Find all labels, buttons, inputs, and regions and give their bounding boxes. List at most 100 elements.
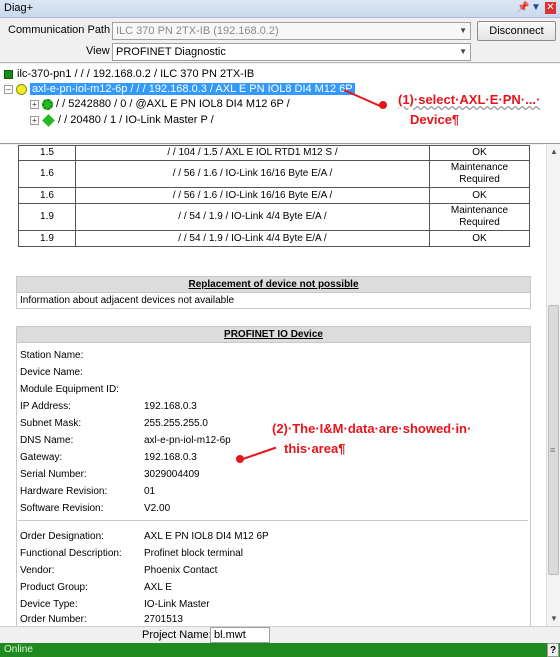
- scroll-up-icon[interactable]: ▲: [547, 145, 560, 159]
- slot-cell: 1.6: [18, 160, 76, 188]
- status-cell: OK: [429, 230, 530, 247]
- field-value: V2.00: [144, 503, 171, 514]
- field-label: Order Number:: [20, 614, 87, 625]
- module-icon: [42, 98, 53, 110]
- close-icon[interactable]: ✕: [545, 2, 556, 14]
- table-row: 1.5 / / 104 / 1.5 / AXL E IOL RTD1 M12 S…: [18, 145, 530, 161]
- tree-selected-label: axl-e-pn-iol-m12-6p / / / 192.168.0.3 / …: [30, 83, 355, 95]
- communication-path-label: Communication Path: [8, 24, 111, 36]
- scroll-down-icon[interactable]: ▼: [547, 612, 560, 626]
- view-select[interactable]: PROFINET Diagnostic ▼: [112, 43, 471, 61]
- path-cell: / / 54 / 1.9 / IO-Link 4/4 Byte E/A /: [75, 203, 430, 231]
- slot-cell: 1.9: [18, 203, 76, 231]
- chevron-down-icon: ▼: [459, 26, 467, 35]
- connection-status: Online: [4, 644, 33, 655]
- project-name-value: bl.mwt: [214, 629, 246, 641]
- path-cell: / / 104 / 1.5 / AXL E IOL RTD1 M12 S /: [75, 145, 430, 161]
- path-cell: / / 56 / 1.6 / IO-Link 16/16 Byte E/A /: [75, 160, 430, 188]
- field-label: Device Type:: [20, 599, 78, 610]
- annotation-1-dot: [379, 101, 387, 109]
- field-label: DNS Name:: [20, 435, 74, 446]
- annotation-1-line: [343, 89, 381, 108]
- diagnostic-content: 1.5 / / 104 / 1.5 / AXL E IOL RTD1 M12 S…: [0, 145, 546, 626]
- annotation-1-text-2: Device¶: [410, 112, 460, 127]
- project-name-label: Project Name:: [142, 629, 212, 641]
- controller-icon: [4, 69, 13, 79]
- field-value: AXL E: [144, 582, 172, 593]
- view-label: View: [86, 45, 110, 57]
- expand-icon[interactable]: +: [30, 99, 39, 109]
- pin-icon[interactable]: 📌: [517, 2, 529, 14]
- table-row: 1.6 / / 56 / 1.6 / IO-Link 16/16 Byte E/…: [18, 160, 530, 188]
- scroll-thumb[interactable]: [548, 305, 559, 575]
- profinet-section: PROFINET IO Device: [16, 326, 531, 626]
- device-icon: [16, 83, 27, 95]
- tree-root-label: ilc-370-pn1 / / / 192.168.0.2 / ILC 370 …: [17, 68, 255, 80]
- field-label: Vendor:: [20, 565, 55, 576]
- field-value: 192.168.0.3: [144, 452, 197, 463]
- field-value: 3029004409: [144, 469, 200, 480]
- tree-node-child-2[interactable]: + / / 20480 / 1 / IO-Link Master P /: [30, 113, 214, 127]
- status-bar: Online ?: [0, 643, 560, 657]
- annotation-2-dot: [236, 455, 244, 463]
- slot-cell: 1.6: [18, 187, 76, 204]
- slot-cell: 1.9: [18, 230, 76, 247]
- project-name-field[interactable]: bl.mwt: [210, 627, 270, 643]
- field-label: Subnet Mask:: [20, 418, 82, 429]
- tree-node-child-1[interactable]: + / / 5242880 / 0 / @AXL E PN IOL8 DI4 M…: [30, 98, 290, 110]
- annotation-1-text: (1)·select·AXL·E·PN·...·: [398, 92, 540, 107]
- field-label: Product Group:: [20, 582, 88, 593]
- tree-root-node[interactable]: ilc-370-pn1 / / / 192.168.0.2 / ILC 370 …: [4, 68, 254, 80]
- tree-child-1-label: / / 5242880 / 0 / @AXL E PN IOL8 DI4 M12…: [56, 98, 290, 110]
- field-value: 192.168.0.3: [144, 401, 197, 412]
- field-value: AXL E PN IOL8 DI4 M12 6P: [144, 531, 269, 542]
- field-label: Hardware Revision:: [20, 486, 108, 497]
- io-link-icon: [42, 113, 55, 127]
- field-label: Functional Description:: [20, 548, 122, 559]
- profinet-header: PROFINET IO Device: [17, 327, 530, 343]
- field-label: Software Revision:: [20, 503, 104, 514]
- collapse-icon[interactable]: –: [4, 84, 13, 94]
- grip-icon: ≡: [550, 445, 556, 455]
- field-label: Module Equipment ID:: [20, 384, 119, 395]
- field-label: Station Name:: [20, 350, 84, 361]
- replacement-section: Replacement of device not possible Infor…: [16, 276, 531, 309]
- table-row: 1.9 / / 54 / 1.9 / IO-Link 4/4 Byte E/A …: [18, 203, 530, 231]
- toolbar: Communication Path ILC 370 PN 2TX-IB (19…: [0, 19, 560, 63]
- communication-path-select[interactable]: ILC 370 PN 2TX-IB (192.168.0.2) ▼: [112, 22, 471, 40]
- expand-icon[interactable]: +: [30, 115, 39, 125]
- title-bar-controls: 📌 ▼ ✕: [517, 2, 556, 14]
- tree-node-selected[interactable]: – axl-e-pn-iol-m12-6p / / / 192.168.0.3 …: [4, 83, 355, 95]
- field-label: Gateway:: [20, 452, 63, 463]
- annotation-1-line1: (1)·select·AXL·E·PN·...·: [398, 92, 541, 107]
- table-row: 1.9 / / 54 / 1.9 / IO-Link 4/4 Byte E/A …: [18, 230, 530, 247]
- window-title: Diag+: [4, 2, 34, 14]
- view-value: PROFINET Diagnostic: [116, 46, 226, 58]
- replacement-info: Information about adjacent devices not a…: [20, 295, 235, 306]
- replacement-header: Replacement of device not possible: [17, 277, 530, 293]
- field-value: IO-Link Master: [144, 599, 210, 610]
- field-value: Phoenix Contact: [144, 565, 218, 576]
- annotation-2-text-2: this·area¶: [284, 441, 346, 456]
- tree-child-2-label: / / 20480 / 1 / IO-Link Master P /: [58, 114, 214, 126]
- table-row: 1.6 / / 56 / 1.6 / IO-Link 16/16 Byte E/…: [18, 187, 530, 204]
- field-value: 01: [144, 486, 156, 497]
- communication-path-value: ILC 370 PN 2TX-IB (192.168.0.2): [116, 25, 279, 37]
- field-value: Profinet block terminal: [144, 548, 243, 559]
- slot-cell: 1.5: [18, 145, 76, 161]
- path-cell: / / 54 / 1.9 / IO-Link 4/4 Byte E/A /: [75, 230, 430, 247]
- chevron-down-icon: ▼: [459, 47, 467, 56]
- status-cell: Maintenance Required: [429, 160, 530, 188]
- divider: [18, 520, 528, 521]
- help-icon[interactable]: ?: [547, 643, 559, 657]
- field-label: Device Name:: [20, 367, 83, 378]
- field-label: Order Designation:: [20, 531, 104, 542]
- module-table: 1.5 / / 104 / 1.5 / AXL E IOL RTD1 M12 S…: [18, 145, 530, 247]
- annotation-2-text: (2)·The·I&M·data·are·showed·in·: [272, 421, 472, 436]
- dropdown-icon[interactable]: ▼: [531, 2, 541, 14]
- field-label: Serial Number:: [20, 469, 87, 480]
- field-value: 2701513: [144, 614, 183, 625]
- vertical-scrollbar[interactable]: ▲ ≡ ▼: [546, 145, 560, 626]
- disconnect-button[interactable]: Disconnect: [477, 21, 556, 41]
- status-cell: OK: [429, 187, 530, 204]
